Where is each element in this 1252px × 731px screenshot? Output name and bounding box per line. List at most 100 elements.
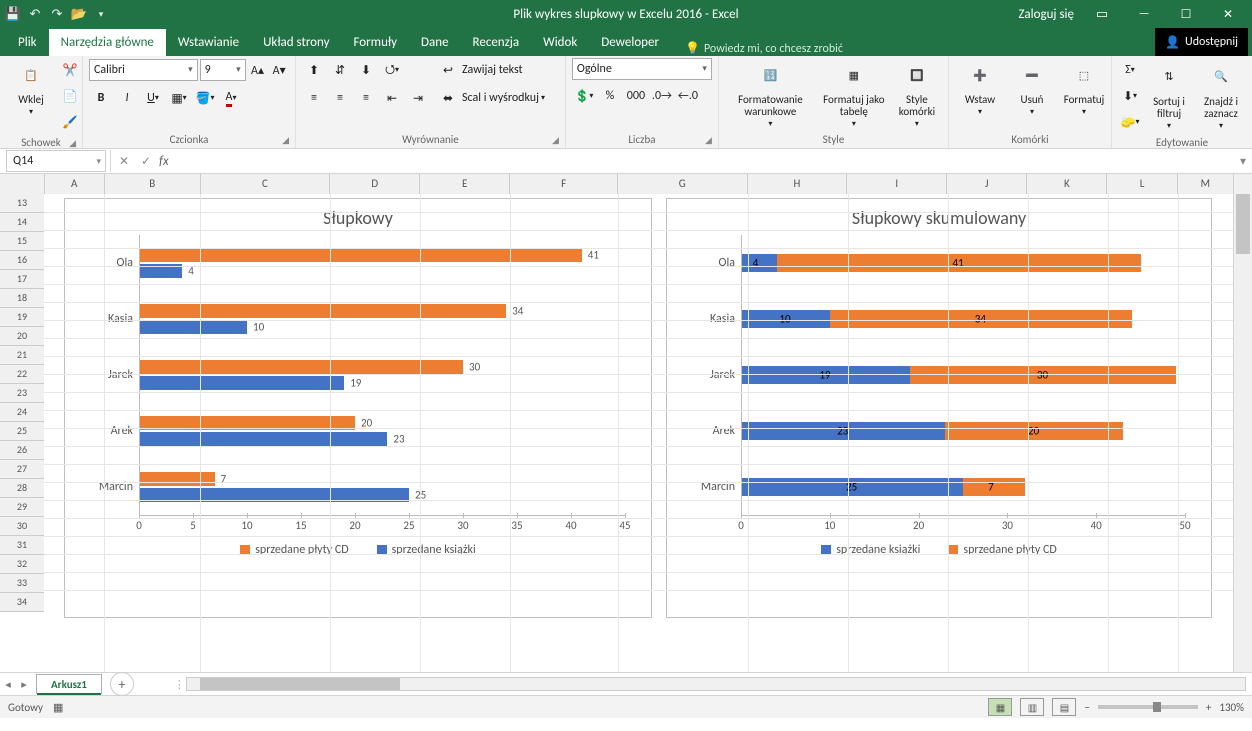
formula-input[interactable] xyxy=(173,150,1234,172)
shrink-font-icon[interactable]: A▾ xyxy=(269,58,289,82)
sheet-nav-first-icon[interactable]: ◂ xyxy=(0,678,16,691)
row-header[interactable]: 15 xyxy=(0,232,45,251)
increase-decimal-icon[interactable]: .0→ xyxy=(650,84,674,108)
format-cells-button[interactable]: ⬚Formatuj▾ xyxy=(1059,58,1109,119)
italic-button[interactable]: I xyxy=(115,86,139,110)
tab-view[interactable]: Widok xyxy=(531,29,589,56)
ribbon-options-icon[interactable]: ▭ xyxy=(1082,0,1122,28)
delete-cells-button[interactable]: ➖Usuń▾ xyxy=(1007,58,1057,119)
vertical-scrollbar[interactable] xyxy=(1233,174,1252,672)
indent-decrease-icon[interactable]: ⇤ xyxy=(380,86,404,110)
percent-icon[interactable]: % xyxy=(598,84,622,108)
row-header[interactable]: 22 xyxy=(0,365,45,384)
row-header[interactable]: 33 xyxy=(0,574,45,593)
autosum-icon[interactable]: Σ▾ xyxy=(1118,58,1142,82)
column-header[interactable]: H xyxy=(748,174,848,195)
tab-formulas[interactable]: Formuły xyxy=(342,29,410,56)
find-select-button[interactable]: 🔍Znajdź i zaznacz▾ xyxy=(1196,60,1246,133)
fill-icon[interactable]: ⬇▾ xyxy=(1118,84,1142,108)
align-bottom-icon[interactable]: ⬇ xyxy=(354,58,378,82)
page-layout-view-icon[interactable]: ▥ xyxy=(1020,698,1044,716)
row-header[interactable]: 31 xyxy=(0,536,45,555)
row-header[interactable]: 17 xyxy=(0,270,45,289)
dialog-launcher-icon[interactable]: ◢ xyxy=(282,135,289,146)
column-header[interactable]: D xyxy=(330,174,420,195)
new-sheet-button[interactable]: + xyxy=(110,672,134,696)
macro-recorder-icon[interactable]: ▦ xyxy=(53,701,63,714)
font-size-combo[interactable]: 9 xyxy=(200,59,246,81)
sort-filter-button[interactable]: ⇅Sortuj i filtruj▾ xyxy=(1144,60,1194,133)
row-header[interactable]: 18 xyxy=(0,289,45,308)
clustered-bar-chart[interactable]: Słupkowy Ola414Kasia3410Jarek3019Arek202… xyxy=(64,198,652,618)
share-button[interactable]: 👤Udostępnij xyxy=(1155,28,1248,56)
row-header[interactable]: 25 xyxy=(0,422,45,441)
tab-data[interactable]: Dane xyxy=(409,29,461,56)
select-all-corner[interactable] xyxy=(0,174,45,195)
name-box[interactable]: Q14 xyxy=(6,150,106,172)
tab-file[interactable]: Plik xyxy=(6,29,49,56)
normal-view-icon[interactable]: ▦ xyxy=(988,698,1012,716)
conditional-format-button[interactable]: 🔢Formatowanie warunkowe▾ xyxy=(725,58,816,131)
zoom-level[interactable]: 130% xyxy=(1219,701,1244,714)
page-break-view-icon[interactable]: ▤ xyxy=(1052,698,1076,716)
column-header[interactable]: C xyxy=(201,174,331,195)
zoom-slider[interactable] xyxy=(1098,705,1198,709)
cell-styles-button[interactable]: 🔲Style komórki▾ xyxy=(892,58,942,131)
redo-icon[interactable]: ↷ xyxy=(48,5,66,23)
row-header[interactable]: 19 xyxy=(0,308,45,327)
tab-home[interactable]: Narzędzia główne xyxy=(49,29,166,56)
currency-icon[interactable]: 💲▾ xyxy=(572,84,596,108)
fx-icon[interactable]: fx xyxy=(159,154,169,169)
fill-color-icon[interactable]: 🪣▾ xyxy=(193,86,217,110)
orientation-icon[interactable]: ⭯▾ xyxy=(380,58,404,82)
row-header[interactable]: 28 xyxy=(0,479,45,498)
row-header[interactable]: 24 xyxy=(0,403,45,422)
column-header[interactable]: L xyxy=(1107,174,1177,195)
row-header[interactable]: 34 xyxy=(0,593,45,612)
save-icon[interactable]: 💾 xyxy=(4,5,22,23)
grow-font-icon[interactable]: A▴ xyxy=(248,58,268,82)
font-color-icon[interactable]: A▾ xyxy=(219,86,243,110)
undo-icon[interactable]: ↶ xyxy=(26,5,44,23)
align-left-icon[interactable]: ≡ xyxy=(302,86,326,110)
column-header[interactable]: F xyxy=(510,174,618,195)
dialog-launcher-icon[interactable]: ◢ xyxy=(69,138,76,149)
format-painter-icon[interactable]: 🖌️ xyxy=(58,110,82,134)
dialog-launcher-icon[interactable]: ◢ xyxy=(705,135,712,146)
enter-formula-icon[interactable]: ✓ xyxy=(135,154,157,169)
row-header[interactable]: 21 xyxy=(0,346,45,365)
column-header[interactable]: K xyxy=(1027,174,1107,195)
dialog-launcher-icon[interactable]: ◢ xyxy=(552,135,559,146)
cancel-formula-icon[interactable]: ✕ xyxy=(113,154,135,169)
zoom-in-button[interactable]: + xyxy=(1206,701,1211,714)
tab-review[interactable]: Recenzja xyxy=(461,29,532,56)
column-header[interactable]: M xyxy=(1178,174,1234,195)
row-header[interactable]: 16 xyxy=(0,251,45,270)
wrap-text-button[interactable]: ↩Zawijaj tekst xyxy=(436,58,545,82)
column-header[interactable]: I xyxy=(847,174,947,195)
column-header[interactable]: G xyxy=(618,174,748,195)
close-icon[interactable]: ✕ xyxy=(1208,0,1248,28)
indent-increase-icon[interactable]: ⇥ xyxy=(406,86,430,110)
tab-insert[interactable]: Wstawianie xyxy=(166,29,251,56)
row-header[interactable]: 23 xyxy=(0,384,45,403)
format-as-table-button[interactable]: ▦Formatuj jako tabelę▾ xyxy=(818,58,890,131)
clear-icon[interactable]: 🧽▾ xyxy=(1118,110,1142,134)
qat-dropdown-icon[interactable]: ▾ xyxy=(92,5,110,23)
row-header[interactable]: 27 xyxy=(0,460,45,479)
decrease-decimal-icon[interactable]: ←.0 xyxy=(676,84,700,108)
signin-link[interactable]: Zaloguj się xyxy=(1018,7,1074,22)
zoom-out-button[interactable]: − xyxy=(1084,701,1089,714)
align-middle-icon[interactable]: ⇵ xyxy=(328,58,352,82)
row-header[interactable]: 30 xyxy=(0,517,45,536)
align-right-icon[interactable]: ≡ xyxy=(354,86,378,110)
row-header[interactable]: 29 xyxy=(0,498,45,517)
row-header[interactable]: 20 xyxy=(0,327,45,346)
merge-center-button[interactable]: ⬌Scal i wyśrodkuj▾ xyxy=(436,86,545,110)
copy-icon[interactable]: 📄 xyxy=(58,84,82,108)
paste-button[interactable]: 📋 Wklej▾ xyxy=(6,58,56,119)
column-header[interactable]: E xyxy=(420,174,510,195)
row-header[interactable]: 26 xyxy=(0,441,45,460)
column-header[interactable]: A xyxy=(45,174,105,195)
row-header[interactable]: 13 xyxy=(0,194,45,213)
